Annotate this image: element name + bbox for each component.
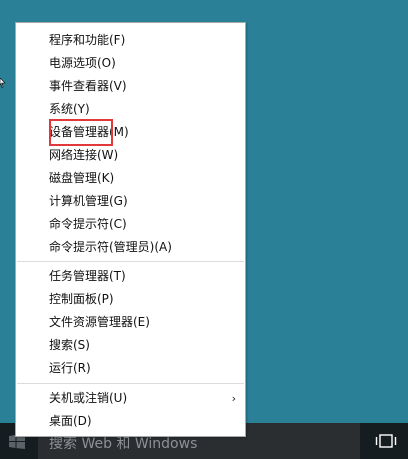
menu-item-run[interactable]: 运行(R) bbox=[16, 357, 245, 380]
menu-item-label: 磁盘管理(K) bbox=[49, 171, 115, 185]
task-view-icon bbox=[375, 434, 397, 448]
menu-separator bbox=[17, 383, 244, 384]
menu-item-file-explorer[interactable]: 文件资源管理器(E) bbox=[16, 311, 245, 334]
menu-item-label: 计算机管理(G) bbox=[49, 194, 128, 208]
menu-item-control-panel[interactable]: 控制面板(P) bbox=[16, 288, 245, 311]
menu-item-network-connections[interactable]: 网络连接(W) bbox=[16, 144, 245, 167]
menu-item-device-manager[interactable]: 设备管理器(M) bbox=[16, 121, 245, 144]
cursor-icon bbox=[0, 78, 6, 88]
menu-item-label: 控制面板(P) bbox=[49, 292, 114, 306]
menu-separator bbox=[17, 261, 244, 262]
menu-item-system[interactable]: 系统(Y) bbox=[16, 98, 245, 121]
menu-item-label: 任务管理器(T) bbox=[49, 269, 126, 283]
menu-item-label: 运行(R) bbox=[49, 361, 91, 375]
menu-item-label: 命令提示符(C) bbox=[49, 217, 127, 231]
menu-item-label: 系统(Y) bbox=[49, 102, 90, 116]
menu-item-command-prompt[interactable]: 命令提示符(C) bbox=[16, 213, 245, 236]
menu-item-power-options[interactable]: 电源选项(O) bbox=[16, 52, 245, 75]
menu-item-label: 网络连接(W) bbox=[49, 148, 119, 162]
menu-item-label: 搜索(S) bbox=[49, 338, 90, 352]
menu-item-label: 命令提示符(管理员)(A) bbox=[49, 240, 172, 254]
menu-item-label: 文件资源管理器(E) bbox=[49, 315, 150, 329]
menu-item-label: 电源选项(O) bbox=[49, 56, 116, 70]
menu-item-label: 关机或注销(U) bbox=[49, 391, 128, 405]
menu-item-shutdown-or-sign-out[interactable]: 关机或注销(U) › bbox=[16, 387, 245, 410]
chevron-right-icon: › bbox=[231, 392, 236, 405]
menu-item-command-prompt-admin[interactable]: 命令提示符(管理员)(A) bbox=[16, 236, 245, 259]
menu-item-programs-and-features[interactable]: 程序和功能(F) bbox=[16, 29, 245, 52]
menu-item-task-manager[interactable]: 任务管理器(T) bbox=[16, 265, 245, 288]
menu-item-disk-management[interactable]: 磁盘管理(K) bbox=[16, 167, 245, 190]
menu-item-event-viewer[interactable]: 事件查看器(V) bbox=[16, 75, 245, 98]
menu-item-label: 设备管理器(M) bbox=[49, 125, 129, 139]
task-view-button[interactable] bbox=[370, 423, 402, 459]
winx-context-menu: 程序和功能(F) 电源选项(O) 事件查看器(V) 系统(Y) 设备管理器(M)… bbox=[15, 22, 246, 437]
menu-item-label: 程序和功能(F) bbox=[49, 33, 126, 47]
menu-item-computer-management[interactable]: 计算机管理(G) bbox=[16, 190, 245, 213]
menu-item-search[interactable]: 搜索(S) bbox=[16, 334, 245, 357]
menu-item-label: 桌面(D) bbox=[49, 414, 92, 428]
menu-item-desktop[interactable]: 桌面(D) bbox=[16, 410, 245, 433]
menu-item-label: 事件查看器(V) bbox=[49, 79, 127, 93]
